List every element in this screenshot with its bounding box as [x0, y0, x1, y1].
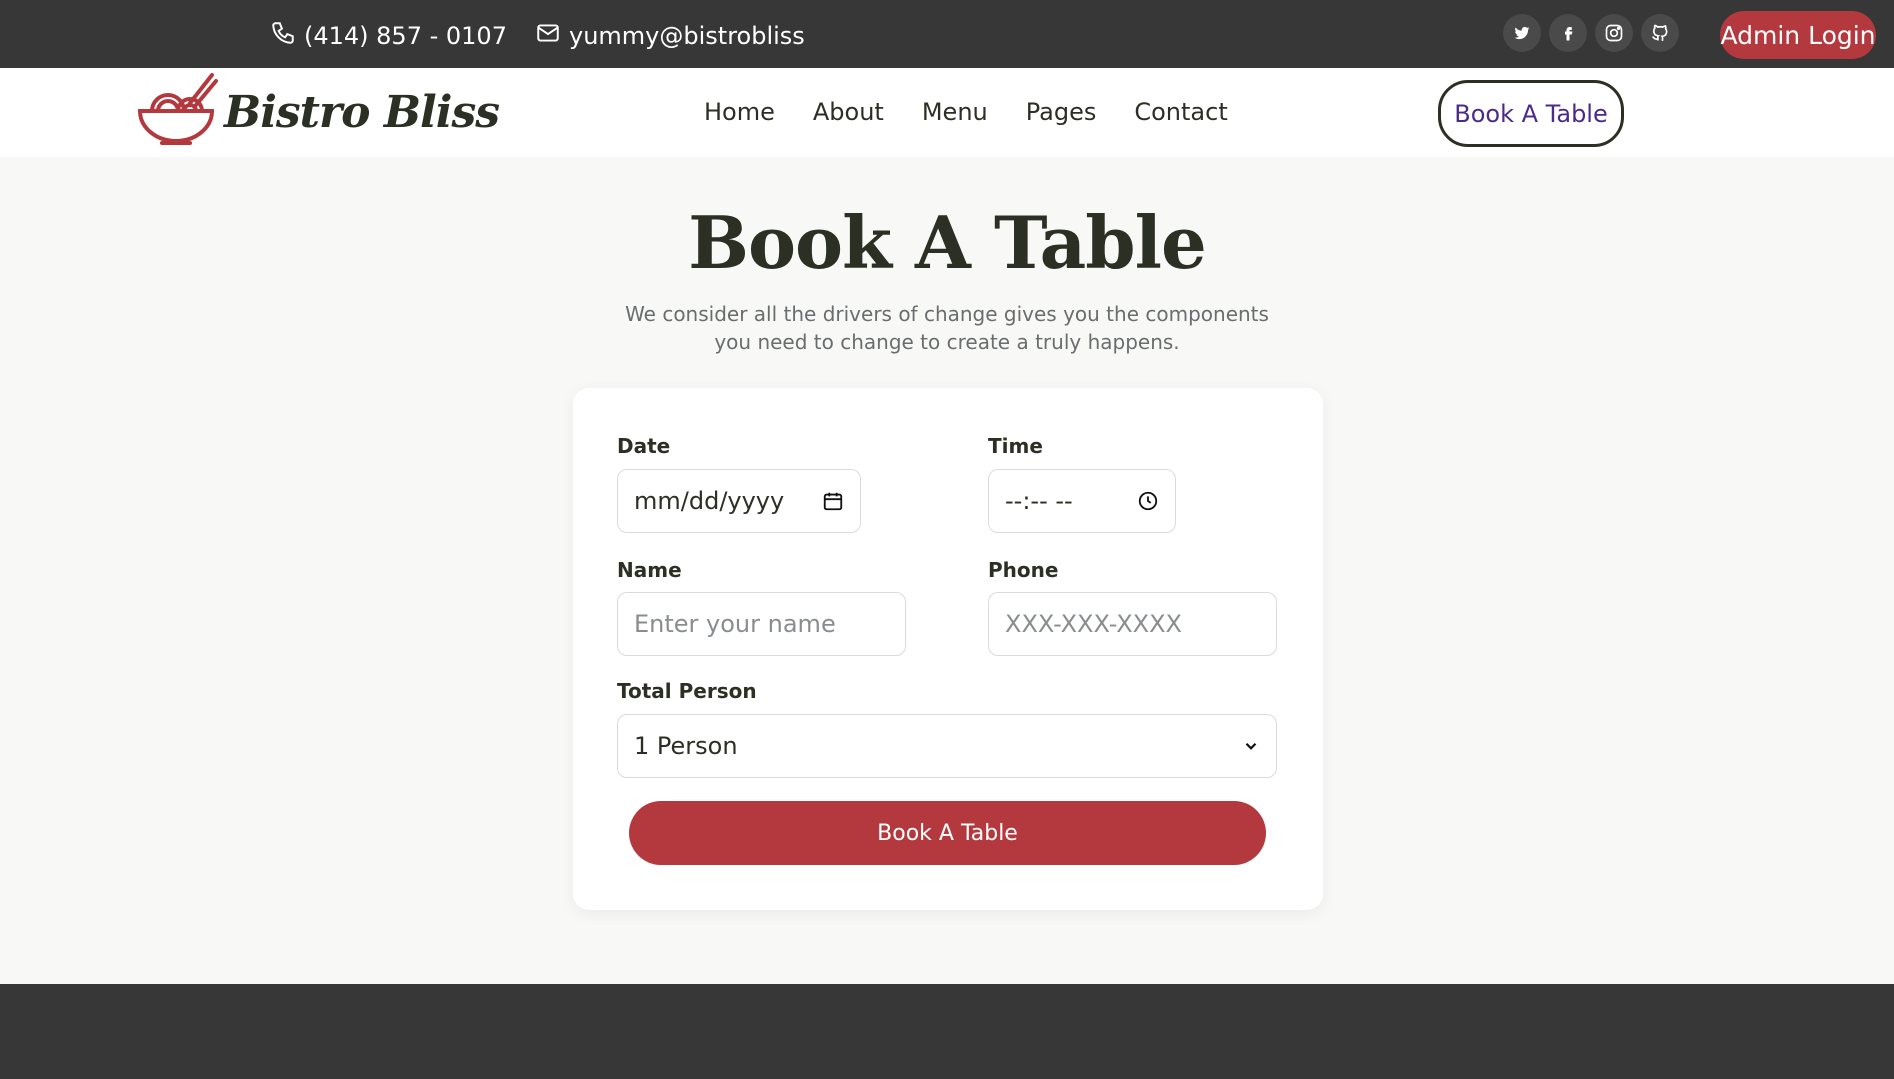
phone-label: Phone [988, 558, 1059, 582]
nav-link-home[interactable]: Home [704, 98, 775, 126]
top-bar: (414) 857 - 0107 yummy@bistrobliss Admin… [0, 0, 1894, 68]
footer [0, 984, 1894, 1079]
name-placeholder: Enter your name [634, 610, 836, 638]
nav-link-pages[interactable]: Pages [1026, 98, 1097, 126]
mail-icon [535, 20, 569, 52]
calendar-icon[interactable] [822, 490, 844, 512]
page-title: Book A Table [688, 200, 1207, 285]
time-label: Time [988, 434, 1043, 458]
admin-login-button[interactable]: Admin Login [1720, 11, 1876, 59]
phone-input[interactable]: XXX-XXX-XXXX [988, 592, 1277, 656]
clock-icon[interactable] [1137, 490, 1159, 512]
name-label: Name [617, 558, 682, 582]
phone-contact[interactable]: (414) 857 - 0107 [270, 20, 507, 52]
name-input[interactable]: Enter your name [617, 592, 906, 656]
date-label: Date [617, 434, 671, 458]
page-subtitle: We consider all the drivers of change gi… [625, 302, 1269, 354]
twitter-icon[interactable] [1503, 14, 1541, 52]
phone-placeholder: XXX-XXX-XXXX [1005, 610, 1182, 638]
total-person-select[interactable]: 1 Person [617, 714, 1277, 778]
main-navbar: Bistro Bliss Home About Menu Pages Conta… [0, 68, 1894, 157]
facebook-icon[interactable] [1549, 14, 1587, 52]
phone-icon [270, 20, 304, 52]
book-table-submit-button[interactable]: Book A Table [629, 801, 1266, 865]
brand-name: Bistro Bliss [224, 87, 500, 138]
nav-link-about[interactable]: About [813, 98, 884, 126]
github-icon[interactable] [1641, 14, 1679, 52]
nav-book-table-button[interactable]: Book A Table [1438, 80, 1624, 147]
social-links [1503, 14, 1687, 52]
date-value: mm/dd/yyyy [634, 487, 785, 515]
total-person-label: Total Person [617, 679, 757, 703]
noodle-bowl-icon [134, 69, 218, 157]
nav-link-menu[interactable]: Menu [922, 98, 988, 126]
brand-logo[interactable]: Bistro Bliss [134, 68, 500, 157]
chevron-down-icon [1242, 737, 1260, 755]
total-person-value: 1 Person [634, 732, 738, 760]
date-input[interactable]: mm/dd/yyyy [617, 469, 861, 533]
instagram-icon[interactable] [1595, 14, 1633, 52]
phone-number: (414) 857 - 0107 [304, 22, 507, 50]
nav-link-contact[interactable]: Contact [1134, 98, 1227, 126]
email-address: yummy@bistrobliss [569, 22, 805, 50]
time-input[interactable]: --:-- -- [988, 469, 1176, 533]
booking-form-card: Date mm/dd/yyyy Time --:-- -- Name Enter… [573, 388, 1323, 910]
time-value: --:-- -- [1005, 487, 1073, 515]
nav-links: Home About Menu Pages Contact [704, 98, 1266, 126]
email-contact[interactable]: yummy@bistrobliss [535, 20, 805, 52]
